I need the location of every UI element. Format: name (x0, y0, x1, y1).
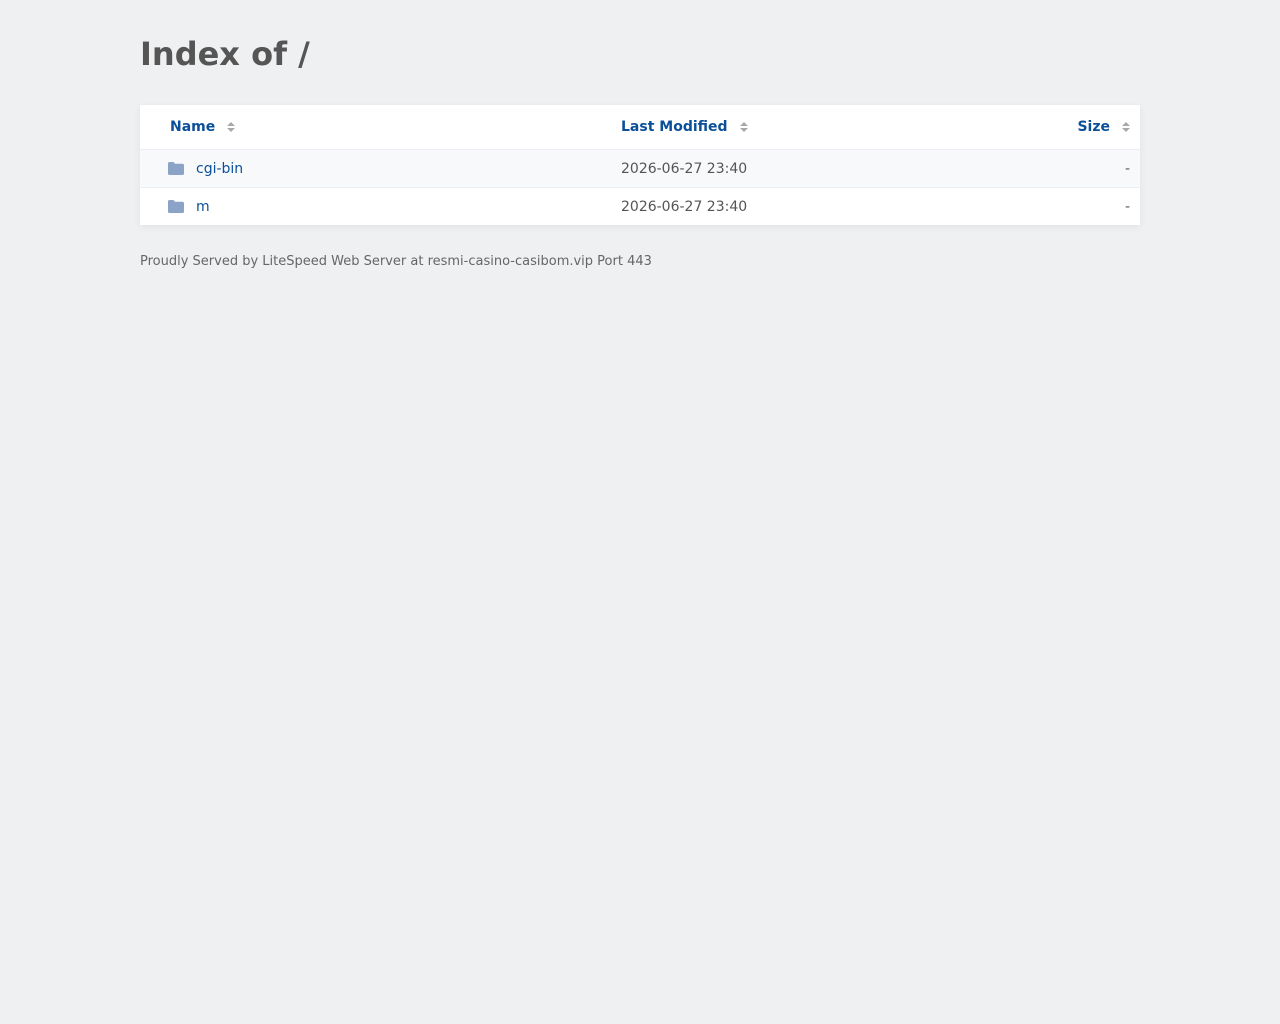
sort-arrows-icon[interactable] (1122, 122, 1130, 132)
sort-by-modified-link[interactable]: Last Modified (621, 119, 728, 135)
entry-size-cell: - (1125, 188, 1130, 225)
page-title: Index of / (140, 35, 310, 73)
sort-arrows-icon[interactable] (739, 122, 748, 132)
folder-icon (168, 162, 184, 175)
folder-icon (168, 200, 184, 213)
sort-by-name-link[interactable]: Name (170, 119, 215, 135)
modified-column-header: Last Modified (621, 105, 748, 149)
file-listing-table: Name Last Modified Size cgi-bin 2026-06-… (140, 105, 1140, 225)
size-column-header: Size (1077, 105, 1130, 149)
sort-by-size-link[interactable]: Size (1077, 119, 1110, 135)
sort-arrows-icon[interactable] (227, 122, 236, 132)
entry-modified: 2026-06-27 23:40 (621, 198, 748, 215)
entry-size: - (1124, 198, 1130, 215)
table-row[interactable]: m 2026-06-27 23:40 - (140, 187, 1140, 225)
entry-size-cell: - (1125, 150, 1130, 187)
entry-modified-cell: 2026-06-27 23:40 (621, 188, 747, 225)
entry-name-link[interactable]: m (196, 199, 210, 215)
table-header: Name Last Modified Size (140, 105, 1140, 149)
entry-modified: 2026-06-27 23:40 (621, 160, 748, 177)
entry-name-cell: cgi-bin (168, 150, 243, 187)
name-column-header: Name (170, 105, 236, 149)
table-row[interactable]: cgi-bin 2026-06-27 23:40 - (140, 149, 1140, 187)
entry-size: - (1124, 160, 1130, 177)
entry-name-link[interactable]: cgi-bin (196, 161, 243, 177)
entry-modified-cell: 2026-06-27 23:40 (621, 150, 747, 187)
entry-name-cell: m (168, 188, 210, 225)
server-footer: Proudly Served by LiteSpeed Web Server a… (140, 254, 652, 269)
